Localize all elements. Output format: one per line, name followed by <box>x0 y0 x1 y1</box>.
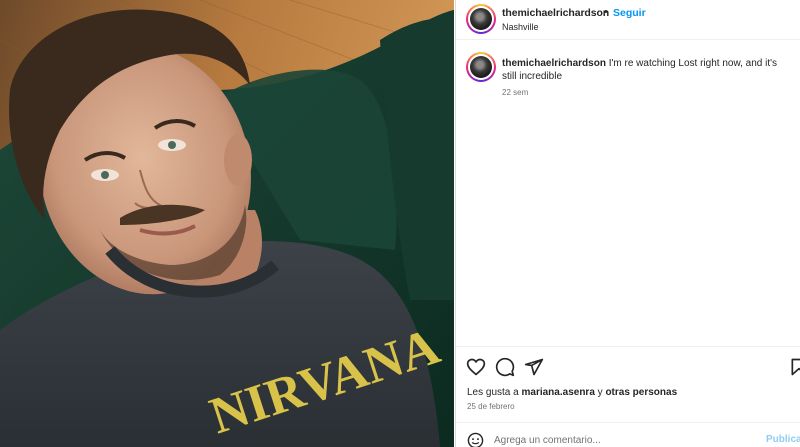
likes-prefix: Les gusta a <box>467 387 519 398</box>
action-bar <box>456 346 800 386</box>
caption-avatar[interactable] <box>466 52 496 82</box>
likes-summary: Les gusta a mariana.asenra y otras perso… <box>467 387 677 398</box>
add-comment-bar: Publicar <box>456 422 800 447</box>
post-photo[interactable]: NIRVANA <box>0 0 454 447</box>
bookmark-icon[interactable] <box>789 357 800 377</box>
post-image: NIRVANA <box>0 0 454 447</box>
post-details-panel: themichaelrichardson • Seguir Nashville … <box>455 0 800 447</box>
likes-user-link[interactable]: mariana.asenra <box>522 387 595 398</box>
caption-text-block: themichaelrichardson I'm re watching Los… <box>502 57 792 83</box>
post-date[interactable]: 25 de febrero <box>467 402 515 411</box>
publish-button[interactable]: Publicar <box>766 434 800 445</box>
author-avatar[interactable] <box>466 4 496 34</box>
heart-icon[interactable] <box>466 357 486 377</box>
comment-icon[interactable] <box>495 357 515 377</box>
post-location[interactable]: Nashville <box>502 22 539 32</box>
caption-time-ago[interactable]: 22 sem <box>502 88 528 97</box>
follow-button[interactable]: Seguir <box>613 7 646 19</box>
likes-connector: y <box>597 387 603 398</box>
likes-others-link[interactable]: otras personas <box>605 387 677 398</box>
caption-username[interactable]: themichaelrichardson <box>502 58 606 69</box>
comment-input[interactable] <box>494 432 754 447</box>
emoji-icon[interactable] <box>467 432 484 447</box>
separator-dot: • <box>604 6 608 18</box>
share-icon[interactable] <box>524 357 544 377</box>
post-header: themichaelrichardson • Seguir Nashville <box>456 0 800 40</box>
author-username[interactable]: themichaelrichardson <box>502 7 609 19</box>
